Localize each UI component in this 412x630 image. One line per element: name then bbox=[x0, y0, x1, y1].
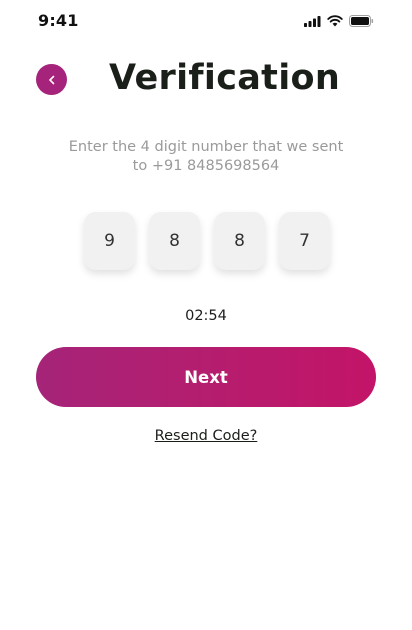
status-time: 9:41 bbox=[38, 11, 79, 30]
page-title: Verification bbox=[109, 58, 341, 98]
otp-digit-2[interactable]: 8 bbox=[149, 212, 200, 270]
next-button[interactable]: Next bbox=[36, 347, 376, 407]
otp-input-group: 9 8 8 7 bbox=[84, 212, 330, 270]
chevron-left-icon bbox=[48, 75, 54, 84]
otp-digit-3[interactable]: 8 bbox=[214, 212, 265, 270]
instruction-line-2: to +91 8485698564 bbox=[132, 158, 280, 174]
back-button[interactable] bbox=[36, 64, 67, 95]
status-bar: 9:41 bbox=[0, 0, 412, 44]
signal-icon bbox=[304, 15, 321, 27]
otp-digit-4[interactable]: 7 bbox=[279, 212, 330, 270]
instruction-line-1: Enter the 4 digit number that we sent bbox=[68, 139, 344, 155]
countdown-timer: 02:54 bbox=[185, 308, 227, 324]
otp-digit-1[interactable]: 9 bbox=[84, 212, 135, 270]
resend-code-link[interactable]: Resend Code? bbox=[0, 428, 412, 444]
status-icons bbox=[304, 13, 374, 29]
wifi-icon bbox=[327, 15, 343, 27]
instruction-text: Enter the 4 digit number that we sent to… bbox=[40, 138, 372, 176]
battery-icon bbox=[349, 15, 374, 27]
